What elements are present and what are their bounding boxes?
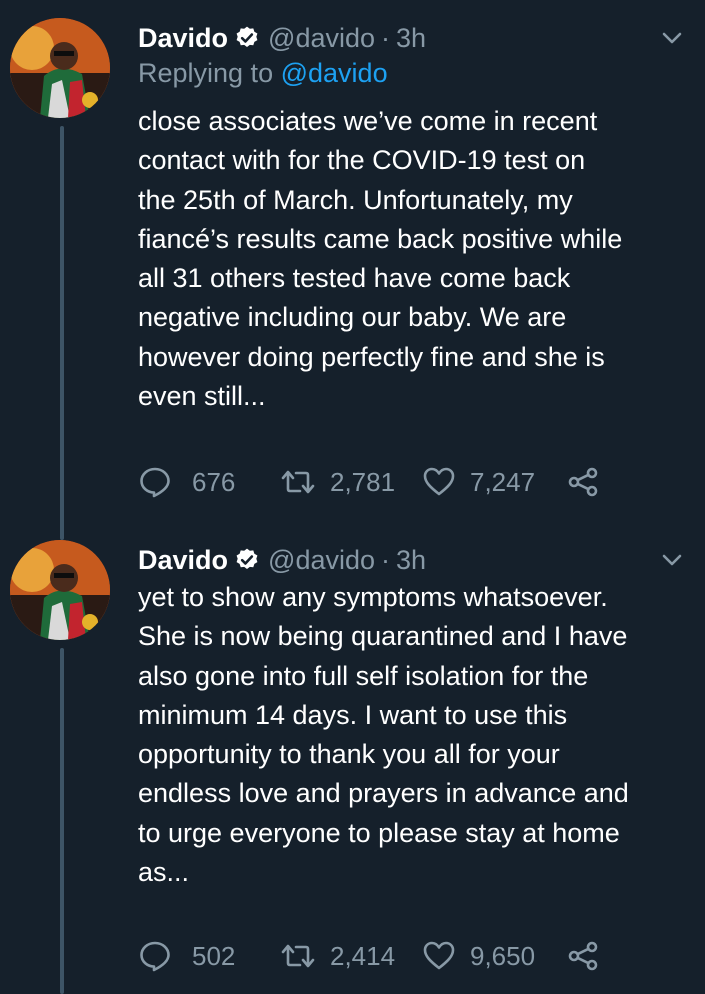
heart-icon [423, 467, 455, 496]
separator-dot: · [381, 22, 391, 53]
heart-icon [423, 941, 455, 970]
verified-badge-icon [236, 548, 258, 569]
retweet-icon [281, 944, 315, 968]
tweet-time[interactable]: 3h [396, 545, 426, 576]
like-button[interactable]: 7,247 [422, 462, 535, 502]
share-icon [568, 467, 598, 497]
avatar[interactable] [10, 540, 110, 640]
like-button[interactable]: 9,650 [422, 936, 535, 976]
verified-badge-icon [236, 26, 258, 47]
share-icon [568, 941, 598, 971]
separator-dot: · [381, 544, 391, 575]
author-handle: @davido [268, 544, 376, 575]
author-name[interactable]: Davido [138, 23, 228, 54]
reply-count: 676 [192, 466, 236, 497]
replying-to: Replying to @davido [138, 58, 388, 89]
replying-mention[interactable]: @davido [281, 58, 388, 88]
tweet-text: yet to show any symptoms whatsoever. She… [138, 582, 629, 888]
retweet-button[interactable]: 2,414 [280, 936, 395, 976]
like-count: 7,247 [470, 466, 536, 497]
author-handle: @davido [268, 22, 376, 53]
chevron-down-icon[interactable] [658, 26, 686, 50]
reply-icon [140, 467, 170, 498]
retweet-button[interactable]: 2,781 [280, 462, 395, 502]
tweet[interactable]: Davido @davido · 3h yet to show any symp… [0, 540, 705, 994]
tweet-actions: 502 2,414 9,650 [138, 936, 698, 976]
author-name[interactable]: Davido [138, 545, 228, 576]
tweet-text: close associates we’ve come in recent co… [138, 106, 623, 412]
retweet-icon [281, 470, 315, 494]
chevron-down-icon[interactable] [658, 548, 686, 572]
tweet-actions: 676 2,781 7,247 [138, 462, 698, 502]
retweet-count: 2,781 [330, 466, 396, 497]
retweet-count: 2,414 [330, 940, 396, 971]
tweet-time[interactable]: 3h [396, 23, 426, 54]
reply-icon [140, 941, 170, 972]
avatar[interactable] [10, 18, 110, 118]
share-button[interactable] [566, 936, 620, 976]
like-count: 9,650 [470, 940, 536, 971]
tweet-header: Davido @davido · 3h [138, 18, 426, 58]
replying-prefix: Replying to [138, 58, 274, 88]
reply-button[interactable]: 676 [138, 462, 235, 502]
reply-count: 502 [192, 940, 236, 971]
reply-button[interactable]: 502 [138, 936, 235, 976]
tweet[interactable]: Davido @davido · 3h Replying to @davido … [0, 18, 705, 498]
tweet-header: Davido @davido · 3h [138, 540, 426, 580]
share-button[interactable] [566, 462, 620, 502]
